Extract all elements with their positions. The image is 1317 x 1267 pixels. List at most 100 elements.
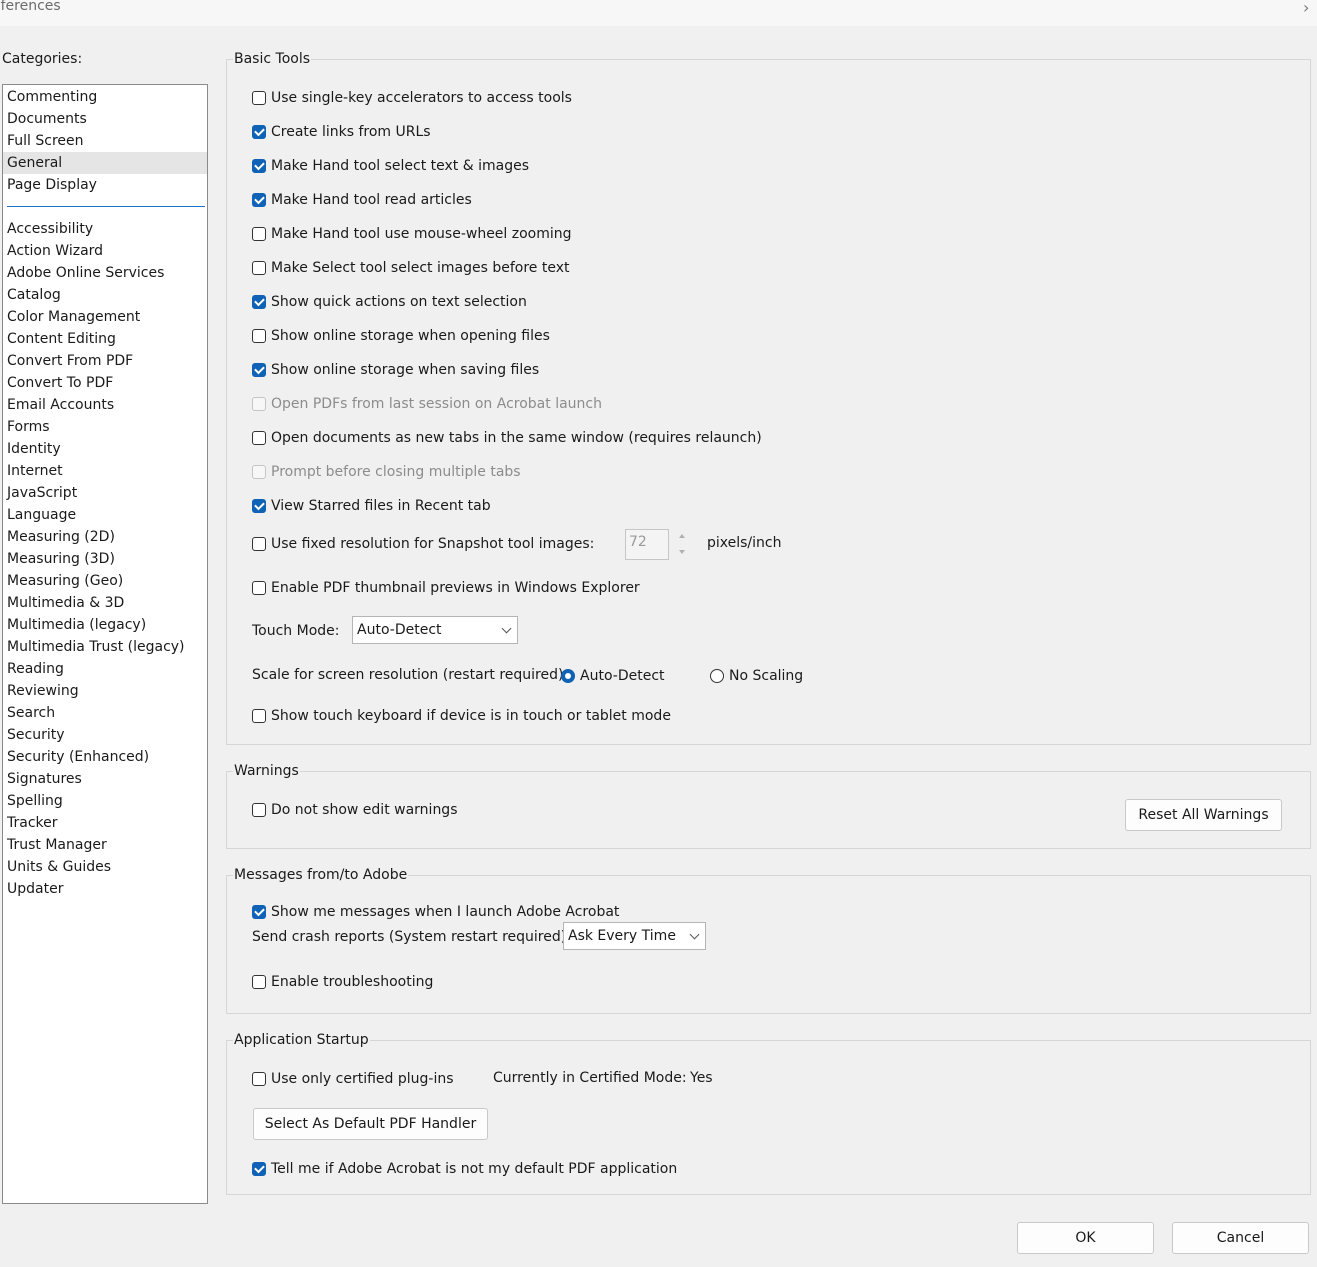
category-item[interactable]: General [3,152,207,174]
category-item[interactable]: Forms [3,416,207,438]
category-item[interactable]: Language [3,504,207,526]
basic-tools-option[interactable]: Make Hand tool read articles [252,190,472,210]
category-item[interactable]: Content Editing [3,328,207,350]
touch-keyboard-option[interactable]: Show touch keyboard if device is in touc… [252,706,671,726]
checkbox-checked[interactable] [252,499,266,513]
default-app-option[interactable]: Tell me if Adobe Acrobat is not my defau… [252,1159,677,1179]
category-item[interactable]: Documents [3,108,207,130]
category-item[interactable]: Adobe Online Services [3,262,207,284]
category-item[interactable]: Multimedia & 3D [3,592,207,614]
option-label: Make Hand tool read articles [271,192,472,208]
category-item[interactable]: Reviewing [3,680,207,702]
option-label: Use single-key accelerators to access to… [271,90,572,106]
edit-warnings-option[interactable]: Do not show edit warnings [252,800,458,820]
scale-none-radio[interactable]: No Scaling [710,666,803,686]
cancel-button[interactable]: Cancel [1172,1222,1309,1254]
category-item[interactable]: Internet [3,460,207,482]
category-item[interactable]: Units & Guides [3,856,207,878]
troubleshooting-checkbox[interactable] [252,975,266,989]
category-item[interactable]: Commenting [3,86,207,108]
checkbox[interactable] [252,329,266,343]
resolution-spinner[interactable] [676,529,690,560]
category-item[interactable]: Measuring (3D) [3,548,207,570]
reset-warnings-button[interactable]: Reset All Warnings [1125,799,1282,831]
spin-down-icon[interactable] [679,550,685,554]
basic-tools-option[interactable]: Make Select tool select images before te… [252,258,569,278]
category-item[interactable]: Security [3,724,207,746]
category-item[interactable]: Multimedia (legacy) [3,614,207,636]
category-item[interactable]: Security (Enhanced) [3,746,207,768]
thumbnail-option[interactable]: Enable PDF thumbnail previews in Windows… [252,578,640,598]
category-separator [7,206,205,207]
category-item[interactable]: Action Wizard [3,240,207,262]
crash-reports-select[interactable]: Ask Every Time [563,922,706,950]
basic-tools-option[interactable]: Show quick actions on text selection [252,292,527,312]
edit-warnings-checkbox[interactable] [252,803,266,817]
show-messages-option[interactable]: Show me messages when I launch Adobe Acr… [252,902,619,922]
scale-auto-radio[interactable]: Auto-Detect [561,666,665,686]
touch-mode-select[interactable]: Auto-Detect [352,616,518,644]
category-item[interactable]: Page Display [3,174,207,196]
basic-tools-option[interactable]: Make Hand tool use mouse-wheel zooming [252,224,572,244]
certified-plugins-option[interactable]: Use only certified plug-ins [252,1069,454,1089]
checkbox-checked[interactable] [252,363,266,377]
category-item[interactable]: Trust Manager [3,834,207,856]
title-bar [0,0,1317,26]
resolution-input[interactable]: 72 [625,529,669,560]
default-handler-button[interactable]: Select As Default PDF Handler [253,1108,488,1140]
category-item[interactable]: Measuring (Geo) [3,570,207,592]
category-item[interactable]: Color Management [3,306,207,328]
basic-tools-option[interactable]: Open documents as new tabs in the same w… [252,428,762,448]
scale-none-label: No Scaling [729,668,804,684]
radio-unselected-icon[interactable] [710,669,724,683]
checkbox[interactable] [252,91,266,105]
snapshot-resolution-option[interactable]: Use fixed resolution for Snapshot tool i… [252,534,594,554]
certified-plugins-checkbox[interactable] [252,1072,266,1086]
basic-tools-option: Prompt before closing multiple tabs [252,462,521,482]
checkbox-checked[interactable] [252,159,266,173]
basic-tools-option[interactable]: Make Hand tool select text & images [252,156,529,176]
category-item[interactable]: Spelling [3,790,207,812]
basic-tools-option[interactable]: Use single-key accelerators to access to… [252,88,572,108]
category-item[interactable]: Catalog [3,284,207,306]
basic-tools-option[interactable]: Show online storage when saving files [252,360,539,380]
category-item[interactable]: Measuring (2D) [3,526,207,548]
basic-tools-option[interactable]: View Starred files in Recent tab [252,496,491,516]
basic-tools-option[interactable]: Create links from URLs [252,122,431,142]
spin-up-icon[interactable] [679,534,685,538]
checkbox[interactable] [252,431,266,445]
category-item[interactable]: Search [3,702,207,724]
category-item[interactable]: Tracker [3,812,207,834]
troubleshooting-option[interactable]: Enable troubleshooting [252,972,433,992]
checkbox[interactable] [252,261,266,275]
option-label: Open PDFs from last session on Acrobat l… [271,396,602,412]
checkbox-checked[interactable] [252,193,266,207]
close-icon[interactable]: › [1303,0,1309,17]
category-item[interactable]: Identity [3,438,207,460]
thumbnail-label: Enable PDF thumbnail previews in Windows… [271,580,640,596]
chevron-down-icon [501,623,512,634]
categories-list[interactable]: Commenting Documents Full Screen General Pag… [2,84,208,1204]
checkbox-checked[interactable] [252,125,266,139]
basic-tools-option[interactable]: Show online storage when opening files [252,326,550,346]
category-item[interactable]: JavaScript [3,482,207,504]
show-messages-checkbox[interactable] [252,905,266,919]
category-item[interactable]: Email Accounts [3,394,207,416]
default-app-label: Tell me if Adobe Acrobat is not my defau… [271,1161,678,1177]
category-item[interactable]: Accessibility [3,218,207,240]
category-item[interactable]: Updater [3,878,207,900]
category-item[interactable]: Signatures [3,768,207,790]
checkbox-checked[interactable] [252,295,266,309]
category-item[interactable]: Full Screen [3,130,207,152]
snapshot-resolution-checkbox[interactable] [252,537,266,551]
category-item[interactable]: Multimedia Trust (legacy) [3,636,207,658]
ok-button[interactable]: OK [1017,1222,1154,1254]
category-item[interactable]: Reading [3,658,207,680]
touch-keyboard-checkbox[interactable] [252,709,266,723]
radio-selected-icon[interactable] [561,669,575,683]
checkbox[interactable] [252,227,266,241]
category-item[interactable]: Convert To PDF [3,372,207,394]
category-item[interactable]: Convert From PDF [3,350,207,372]
thumbnail-checkbox[interactable] [252,581,266,595]
default-app-checkbox[interactable] [252,1162,266,1176]
